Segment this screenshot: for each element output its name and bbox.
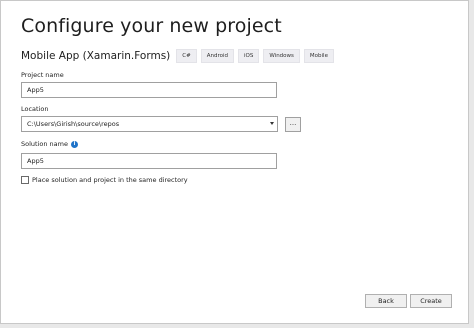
info-icon[interactable]: i [70, 140, 78, 148]
template-summary: Mobile App (Xamarin.Forms) C# Android iO… [21, 49, 338, 63]
tag-platform-ios: iOS [237, 49, 260, 63]
solution-name-label: Solution name [21, 140, 68, 148]
chevron-down-icon[interactable] [270, 122, 274, 125]
tag-platform-windows: Windows [263, 49, 300, 63]
project-name-value: App5 [27, 86, 44, 94]
back-button[interactable]: Back [365, 294, 407, 308]
configure-project-dialog: Configure your new project Mobile App (X… [0, 0, 469, 324]
location-value: C:\Users\Girish\source\repos [27, 120, 120, 128]
project-name-input[interactable]: App5 [21, 82, 277, 98]
tag-language: C# [176, 49, 197, 63]
location-combobox[interactable]: C:\Users\Girish\source\repos [21, 116, 278, 132]
solution-name-input[interactable]: App5 [21, 153, 277, 169]
template-name: Mobile App (Xamarin.Forms) [21, 50, 171, 62]
same-directory-checkbox[interactable] [21, 176, 29, 184]
project-name-label: Project name [21, 71, 64, 79]
page-title: Configure your new project [21, 15, 282, 37]
location-label: Location [21, 105, 49, 113]
tag-project-type: Mobile [303, 49, 334, 63]
same-directory-option[interactable]: Place solution and project in the same d… [21, 176, 188, 184]
solution-name-value: App5 [27, 157, 44, 165]
solution-name-label-row: Solution name i [21, 140, 78, 148]
same-directory-label: Place solution and project in the same d… [32, 176, 188, 184]
create-button[interactable]: Create [410, 294, 452, 308]
browse-button[interactable]: ... [285, 117, 301, 132]
tag-platform-android: Android [200, 49, 234, 63]
